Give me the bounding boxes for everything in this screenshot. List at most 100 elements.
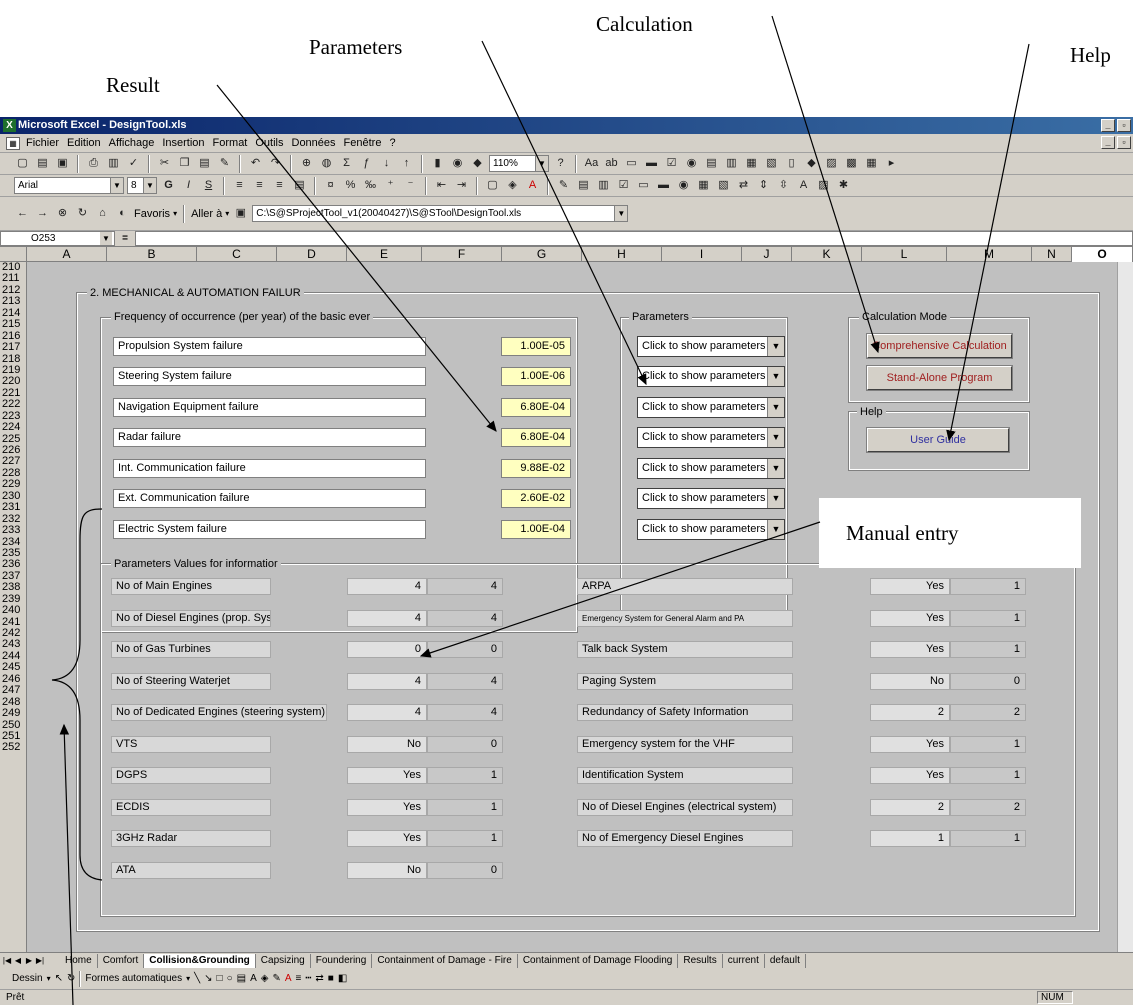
param-value[interactable]: Yes [870, 736, 950, 753]
row-header[interactable]: 252 [0, 742, 26, 753]
row-header[interactable]: 233 [0, 524, 26, 536]
form-combo-icon[interactable]: ▧ [715, 177, 732, 194]
form-textbox-icon[interactable]: ▭ [635, 177, 652, 194]
column-header[interactable]: I [662, 247, 742, 262]
preview-icon[interactable]: ▥ [105, 155, 122, 172]
column-header[interactable]: J [742, 247, 792, 262]
row-header[interactable]: 240 [0, 604, 26, 616]
param-value[interactable]: 0 [347, 641, 427, 658]
wordart-icon[interactable]: A [250, 973, 257, 984]
rotate-icon[interactable]: ↻ [67, 973, 75, 984]
font-color-icon[interactable]: A [285, 973, 292, 984]
column-header[interactable]: G [502, 247, 582, 262]
fill-color-icon[interactable]: ◈ [261, 973, 269, 984]
column-header[interactable]: B [107, 247, 197, 262]
line-color-icon[interactable]: ✎ [272, 973, 280, 984]
scrollbar-control-icon[interactable]: ▯ [783, 155, 800, 172]
param-value[interactable]: 4 [347, 578, 427, 595]
column-header[interactable]: F [422, 247, 502, 262]
paste-icon[interactable]: ▤ [196, 155, 213, 172]
minimize-button[interactable]: _ [1101, 119, 1115, 132]
align-left-icon[interactable]: ≡ [231, 177, 248, 194]
form-image-icon[interactable]: ▨ [815, 177, 832, 194]
formula-equals[interactable]: = [115, 233, 135, 244]
line-style-icon[interactable]: ≡ [296, 973, 302, 984]
groupbox-control-icon[interactable]: ▭ [623, 155, 640, 172]
format-painter-icon[interactable]: ✎ [216, 155, 233, 172]
form-list-icon[interactable]: ▦ [695, 177, 712, 194]
next-tab-icon[interactable]: ▶ [24, 956, 34, 965]
prev-tab-icon[interactable]: ◀ [13, 956, 23, 965]
3d-icon[interactable]: ◧ [338, 973, 347, 984]
row-header[interactable]: 231 [0, 501, 26, 513]
sort-ascending-icon[interactable]: ↓ [378, 155, 395, 172]
row-header[interactable]: 222 [0, 399, 26, 410]
column-header[interactable]: C [197, 247, 277, 262]
menu-help[interactable]: ? [389, 137, 395, 149]
document-icon[interactable]: ▦ [6, 137, 20, 150]
checkbox-control-icon[interactable]: ☑ [663, 155, 680, 172]
parameters-select[interactable]: Click to show parameters ▼ [637, 427, 785, 448]
parameters-select[interactable]: Click to show parameters ▼ [637, 519, 785, 540]
failure-value[interactable]: 1.00E-06 [501, 367, 571, 386]
failure-value[interactable]: 6.80E-04 [501, 428, 571, 447]
oval-icon[interactable]: ○ [227, 973, 233, 984]
param-value[interactable]: Yes [870, 610, 950, 627]
refresh-icon[interactable]: ↻ [74, 205, 91, 222]
column-header[interactable]: E [347, 247, 422, 262]
help-icon[interactable]: ? [552, 155, 569, 172]
param-value[interactable]: No [347, 862, 427, 879]
user-guide-button[interactable]: User Guide [866, 427, 1010, 453]
column-header[interactable]: K [792, 247, 862, 262]
italic-icon[interactable]: I [180, 177, 197, 194]
map-icon[interactable]: ◉ [449, 155, 466, 172]
grid-toggle-icon[interactable]: ▦ [863, 155, 880, 172]
param-value[interactable]: 1 [870, 830, 950, 847]
column-header[interactable]: H [582, 247, 662, 262]
textbox-control-icon[interactable]: ab [603, 155, 620, 172]
save-icon[interactable]: ▣ [54, 155, 71, 172]
cut-icon[interactable]: ✂ [156, 155, 173, 172]
new-icon[interactable]: ▢ [14, 155, 31, 172]
form-checkbox-icon[interactable]: ☑ [615, 177, 632, 194]
param-value[interactable]: Yes [347, 830, 427, 847]
param-value[interactable]: 4 [347, 610, 427, 627]
vertical-scrollbar[interactable] [1117, 262, 1133, 952]
form-props-icon[interactable]: ▤ [575, 177, 592, 194]
borders-icon[interactable]: ▢ [484, 177, 501, 194]
thousands-icon[interactable]: ‰ [362, 177, 379, 194]
autoshapes-menu[interactable]: Formes automatiques [85, 973, 182, 984]
combo-drop-icon[interactable]: ▧ [763, 155, 780, 172]
spelling-icon[interactable]: ✓ [125, 155, 142, 172]
param-value[interactable]: 2 [870, 704, 950, 721]
forward-icon[interactable]: → [34, 205, 51, 222]
textbox-icon[interactable]: ▤ [237, 973, 246, 984]
failure-value[interactable]: 1.00E-04 [501, 520, 571, 539]
run-dialog-icon[interactable]: ▸ [883, 155, 900, 172]
tab-comfort[interactable]: Comfort [97, 953, 145, 968]
form-tools-icon[interactable]: ✱ [835, 177, 852, 194]
underline-icon[interactable]: S [200, 177, 217, 194]
fill-color-icon[interactable]: ◈ [504, 177, 521, 194]
code-icon[interactable]: ▩ [843, 155, 860, 172]
form-view-icon[interactable]: ▥ [595, 177, 612, 194]
menu-edition[interactable]: Edition [67, 137, 101, 149]
row-header[interactable]: 215 [0, 318, 26, 330]
listbox-control-icon[interactable]: ▤ [703, 155, 720, 172]
tab-collision-grounding[interactable]: Collision&Grounding [144, 953, 256, 968]
tab-default[interactable]: default [764, 953, 806, 968]
combo-control-icon[interactable]: ▥ [723, 155, 740, 172]
form-toggle-icon[interactable]: ⇄ [735, 177, 752, 194]
failure-value[interactable]: 2.60E-02 [501, 489, 571, 508]
web-icon[interactable]: ◍ [318, 155, 335, 172]
currency-icon[interactable]: ¤ [322, 177, 339, 194]
menu-outils[interactable]: Outils [255, 137, 283, 149]
parameters-select[interactable]: Click to show parameters ▼ [637, 458, 785, 479]
parameters-select[interactable]: Click to show parameters ▼ [637, 336, 785, 357]
line-icon[interactable]: ╲ [194, 973, 200, 984]
failure-value[interactable]: 9.88E-02 [501, 459, 571, 478]
undo-icon[interactable]: ↶ [247, 155, 264, 172]
align-right-icon[interactable]: ≡ [271, 177, 288, 194]
failure-value[interactable]: 1.00E-05 [501, 337, 571, 356]
search-web-icon[interactable]: ◐ [114, 205, 131, 222]
